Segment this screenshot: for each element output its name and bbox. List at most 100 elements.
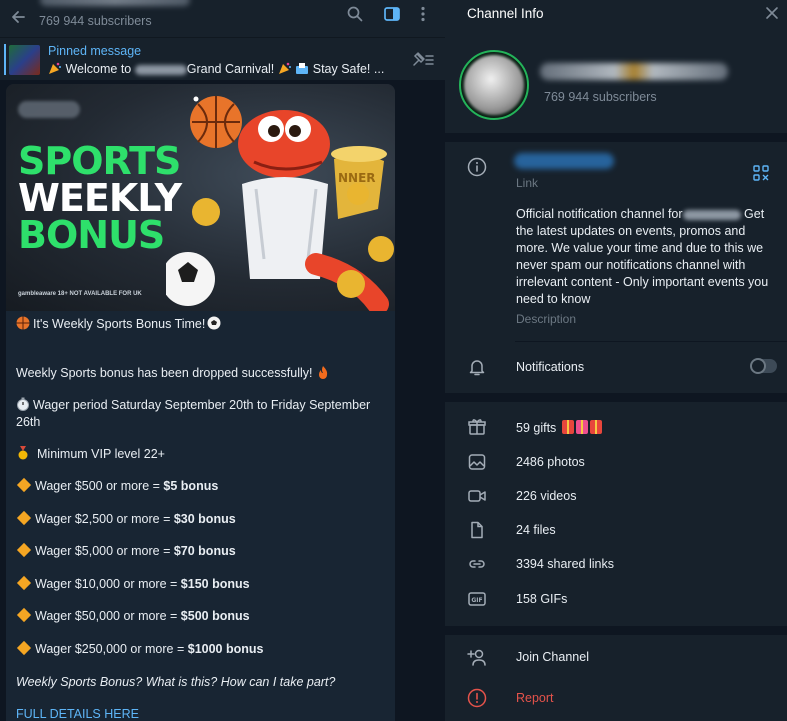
back-arrow-icon[interactable]: [9, 8, 27, 26]
orange-diamond-icon: [16, 575, 32, 591]
banner-footer: gambleaware 18+ NOT AVAILABLE FOR UK: [18, 291, 142, 297]
info-icon: [467, 157, 487, 177]
party-popper-icon: [278, 62, 291, 74]
post-image[interactable]: SPORTS WEEKLY BONUS NNER gambleaware 18+…: [6, 84, 395, 311]
banner-sports: SPORTS: [18, 139, 181, 183]
channel-post: SPORTS WEEKLY BONUS NNER gambleaware 18+…: [6, 84, 395, 721]
soccer-ball-icon: [207, 316, 221, 330]
heart-gift-emoji-icon: [575, 420, 588, 434]
link-label: Link: [516, 176, 539, 190]
pin-list-icon[interactable]: [411, 50, 435, 68]
header-subscribers: 769 944 subscribers: [39, 14, 152, 28]
channel-description: Official notification channel for Get th…: [516, 206, 776, 308]
links-row[interactable]: 3394 shared links: [516, 557, 614, 571]
more-menu-icon[interactable]: [414, 5, 432, 23]
photos-icon: [468, 454, 486, 470]
chat-pane: 769 944 subscribers Pinned message Welco…: [0, 0, 445, 721]
photos-row[interactable]: 2486 photos: [516, 455, 585, 469]
tier-6: Wager $250,000 or more = $1000 bonus: [16, 640, 376, 658]
min-vip-text: Minimum VIP level 22+: [37, 447, 165, 461]
channel-avatar[interactable]: [459, 50, 529, 120]
tier-bonus: $1000 bonus: [187, 642, 264, 656]
report-icon: [467, 688, 487, 708]
pinned-message-bar[interactable]: Pinned message Welcome to Grand Carnival…: [0, 37, 445, 80]
video-icon: [468, 490, 486, 502]
join-channel-button[interactable]: Join Channel: [516, 650, 589, 664]
channel-info-panel: Channel Info 769 944 subscribers Link Of…: [445, 0, 787, 721]
sidebar-toggle-icon[interactable]: [383, 5, 401, 23]
bell-icon: [469, 360, 485, 376]
trophy-text: NNER: [338, 171, 376, 185]
orange-diamond-icon: [16, 640, 32, 656]
description-label: Description: [516, 312, 577, 326]
row-divider: [515, 341, 787, 342]
tier-text: Wager $2,500 or more =: [35, 512, 174, 526]
search-icon[interactable]: [346, 5, 364, 23]
gifts-label: 59 gifts: [516, 421, 557, 435]
tier-bonus: $500 bonus: [180, 609, 250, 623]
full-details-link[interactable]: FULL DETAILS HERE: [16, 706, 376, 721]
pinned-text-after: Grand Carnival!: [186, 62, 275, 76]
add-user-icon: [467, 649, 486, 666]
link-icon: [469, 560, 485, 568]
basketball-icon: [16, 316, 30, 330]
orange-diamond-icon: [16, 510, 32, 526]
description-after: Get the latest updates on events, promos…: [516, 207, 769, 306]
pinned-text-tail: Stay Safe! ...: [312, 62, 385, 76]
stopwatch-icon: [17, 397, 29, 411]
qr-code-icon[interactable]: [753, 165, 769, 181]
chat-header: 769 944 subscribers: [0, 0, 445, 37]
info-subscribers: 769 944 subscribers: [544, 90, 657, 104]
avatar-image-redacted: [464, 55, 524, 115]
caption-headline: It's Weekly Sports Bonus Time!: [16, 316, 376, 333]
orange-diamond-icon: [16, 477, 32, 493]
files-row[interactable]: 24 files: [516, 523, 556, 537]
channel-link-redacted[interactable]: [514, 153, 614, 169]
banner-weekly: WEEKLY: [18, 176, 182, 220]
report-button[interactable]: Report: [516, 691, 554, 705]
tier-text: Wager $50,000 or more =: [35, 609, 181, 623]
orange-diamond-icon: [16, 542, 32, 558]
gift-icon: [468, 419, 486, 435]
pinned-title: Pinned message: [48, 44, 142, 58]
caption-question: Weekly Sports Bonus? What is this? How c…: [16, 675, 336, 689]
close-icon[interactable]: [765, 6, 779, 20]
caption-wager-period: Wager period Saturday September 20th to …: [16, 397, 376, 430]
tier-text: Wager $250,000 or more =: [35, 642, 188, 656]
tier-2: Wager $2,500 or more = $30 bonus: [16, 510, 376, 528]
notifications-toggle[interactable]: [750, 358, 777, 374]
videos-row[interactable]: 226 videos: [516, 489, 576, 503]
description-before: Official notification channel for: [516, 207, 683, 221]
tier-1: Wager $500 or more = $5 bonus: [16, 477, 376, 495]
party-popper-icon: [49, 62, 61, 74]
pinned-text-before: Welcome to: [65, 62, 132, 76]
gift-emoji-icon: [561, 420, 574, 434]
gold-medal-icon: [18, 446, 28, 460]
toggle-knob: [750, 358, 766, 374]
tier-text: Wager $10,000 or more =: [35, 577, 181, 591]
section-divider: [445, 393, 787, 402]
channel-title-redacted[interactable]: [40, 0, 190, 6]
fire-icon: [318, 366, 328, 379]
pinned-text: Welcome to Grand Carnival! Stay Safe! ..…: [48, 61, 384, 76]
caption-dropped: Weekly Sports bonus has been dropped suc…: [16, 365, 376, 382]
panel-title: Channel Info: [467, 6, 544, 21]
dropped-text: Weekly Sports bonus has been dropped suc…: [16, 366, 313, 380]
ballot-box-icon: [296, 63, 309, 74]
gifs-row[interactable]: 158 GIFs: [516, 592, 567, 606]
pinned-thumbnail: [9, 45, 40, 75]
headline-text: It's Weekly Sports Bonus Time!: [33, 317, 206, 331]
caption-min-vip: Minimum VIP level 22+: [16, 446, 376, 463]
orange-diamond-icon: [16, 607, 32, 623]
svg-text:GIF: GIF: [471, 597, 482, 604]
tier-bonus: $150 bonus: [180, 577, 250, 591]
tier-text: Wager $500 or more =: [35, 479, 164, 493]
wager-period-text: Wager period Saturday September 20th to …: [16, 398, 371, 429]
tier-4: Wager $10,000 or more = $150 bonus: [16, 575, 376, 593]
gifts-row[interactable]: 59 gifts: [516, 420, 602, 435]
gift-emoji-icon: [589, 420, 602, 434]
banner-bonus: BONUS: [18, 213, 165, 257]
file-icon: [471, 521, 483, 539]
section-divider: [445, 133, 787, 142]
tier-text: Wager $5,000 or more =: [35, 544, 174, 558]
